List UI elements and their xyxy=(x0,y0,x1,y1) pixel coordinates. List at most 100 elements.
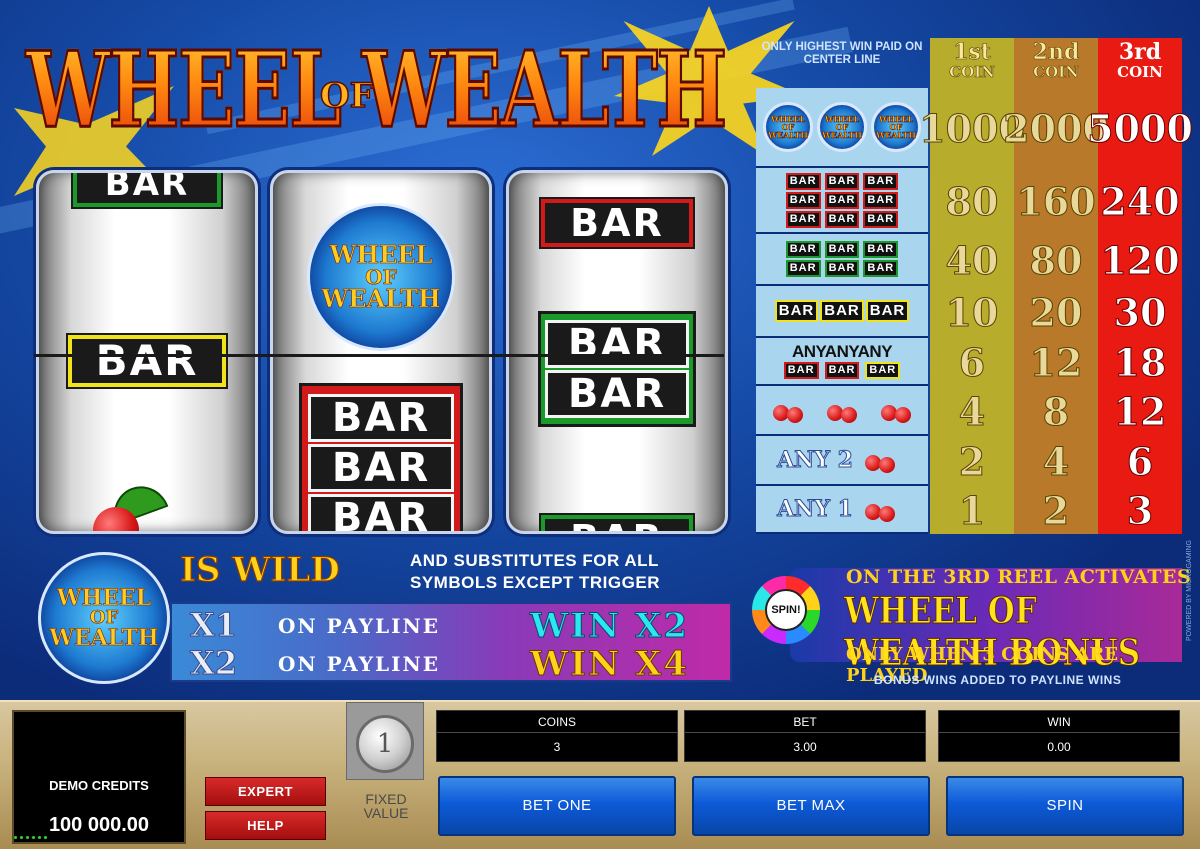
wild-row-x1: X1 ON PAYLINE WIN X2 xyxy=(172,606,734,647)
reel-1-top-symbol: BAR xyxy=(73,173,221,209)
bet-label: BET xyxy=(685,711,925,733)
payout-value: 3 xyxy=(1126,487,1154,533)
mini-bar-icon: BAR xyxy=(824,260,860,277)
win-label: WIN xyxy=(939,711,1179,733)
payout-value: 2000 xyxy=(1003,105,1110,151)
payout-value: 120 xyxy=(1100,237,1180,283)
mini-bar-icon: BAR xyxy=(785,191,821,209)
mini-bar-icon: BAR xyxy=(820,300,864,322)
fixed-value-label-line: FIXED xyxy=(365,791,407,807)
any-2-label: ANY 2 xyxy=(777,447,854,474)
logo-word-wealth: WEALTH xyxy=(361,20,728,160)
payout-value: 160 xyxy=(1016,178,1096,224)
wild-wheel-badge: WHEEL OF WEALTH xyxy=(38,552,170,684)
wheel-of-wealth-mini-icon: WHEEL OF WEALTH xyxy=(817,102,867,152)
mini-bar-icon: BAR xyxy=(783,361,819,379)
mini-bar-icon: BAR xyxy=(863,260,899,277)
payout-value: 6 xyxy=(1126,438,1154,484)
wild-title: IS WILD xyxy=(179,549,340,590)
any-label: ANY xyxy=(857,341,893,361)
wild-multiplier: X2 xyxy=(189,644,238,683)
wild-on-payline: ON PAYLINE xyxy=(278,652,440,676)
spin-button[interactable]: SPIN xyxy=(946,776,1184,836)
reel-1-payline-symbol: BAR xyxy=(68,333,226,389)
payout-value: 1000 xyxy=(919,105,1026,151)
game-logo: WHEEL OF WEALTH xyxy=(14,6,804,196)
bet-max-button[interactable]: BET MAX xyxy=(692,776,930,836)
payout-value: 6 xyxy=(958,339,986,385)
payout-value: 2 xyxy=(1042,487,1070,533)
wild-row-x2: X2 ON PAYLINE WIN X4 xyxy=(172,644,734,685)
badge-text: WHEEL xyxy=(56,585,152,611)
payout-value: 80 xyxy=(945,178,999,224)
wild-multiplier: X1 xyxy=(189,606,238,645)
mini-bar-icon: BAR xyxy=(785,260,821,277)
bonus-line-1: ON THE 3RD REEL ACTIVATES xyxy=(846,566,1192,588)
column-header: 1st COIN xyxy=(930,38,1014,88)
reel-3: BAR BAR BAR BAR xyxy=(506,170,728,534)
payout-value: 10 xyxy=(945,289,999,335)
paytable-note: ONLY HIGHEST WIN PAID ON CENTER LINE xyxy=(761,41,923,66)
powered-by-text: POWERED BY MICROGAMING xyxy=(1186,540,1193,641)
coins-label: COINS xyxy=(437,711,677,733)
wild-win-label: WIN X2 xyxy=(529,606,690,647)
payout-value: 2 xyxy=(958,438,986,484)
wheel-of-wealth-mini-icon: WHEEL OF WEALTH xyxy=(871,102,921,152)
mini-bar-icon: BAR xyxy=(824,191,860,209)
wild-win-label: WIN X4 xyxy=(529,644,690,685)
bar-symbol: BAR xyxy=(308,444,454,492)
credits-value: 100 000.00 xyxy=(48,814,150,836)
bar-symbol: BAR xyxy=(545,370,689,418)
wild-on-payline: ON PAYLINE xyxy=(278,614,440,638)
mini-bar-icon: BAR xyxy=(785,210,821,228)
mini-bar-icon: BAR xyxy=(785,241,821,258)
mini-bar-icon: BAR xyxy=(863,191,899,209)
credits-label: DEMO CREDITS xyxy=(49,778,149,793)
paytable-row-any-bar: ANYANYANY BAR BAR BAR xyxy=(756,338,928,386)
center-payline xyxy=(34,354,724,357)
paytable-row-any-1-cherry: ANY 1 xyxy=(756,486,928,534)
mini-bar-icon: BAR xyxy=(774,300,819,322)
column-header-word: COIN xyxy=(1033,63,1079,82)
mini-bar-icon: BAR xyxy=(824,361,860,379)
any-label: ANY xyxy=(824,341,858,361)
badge-text: WEALTH xyxy=(49,625,159,651)
fixed-value-label: FIXED VALUE xyxy=(346,792,426,820)
wheel-symbol-text: WHEEL xyxy=(329,240,433,269)
paytable: ONLY HIGHEST WIN PAID ON CENTER LINE 1st… xyxy=(754,38,1194,534)
help-button[interactable]: HELP xyxy=(205,811,326,840)
reel-1: BAR BAR xyxy=(36,170,258,534)
column-header-number: 1st xyxy=(953,39,991,65)
payout-value: 12 xyxy=(1029,339,1083,385)
cherry-icon xyxy=(879,395,913,425)
mini-bar-icon: BAR xyxy=(863,210,899,228)
column-header: 3rd COIN xyxy=(1098,38,1182,88)
any-1-label: ANY 1 xyxy=(777,496,854,523)
logo-word-wheel: WHEEL xyxy=(25,20,343,160)
coin-value-button[interactable]: 1 xyxy=(356,715,414,773)
bar-symbol: BAR xyxy=(545,320,689,368)
status-leds xyxy=(14,836,47,839)
bar-symbol: BAR xyxy=(308,494,454,531)
payout-value: 4 xyxy=(958,388,986,434)
bet-one-button[interactable]: BET ONE xyxy=(438,776,676,836)
reel-3-payline-symbol: BAR BAR xyxy=(538,311,696,427)
mini-bar-icon: BAR xyxy=(863,172,899,190)
spin-wheel-label: SPIN! xyxy=(765,589,807,631)
column-header-word: COIN xyxy=(1117,63,1163,81)
paytable-row-single-bar: BAR BAR BAR xyxy=(756,286,928,338)
column-header-word: COIN xyxy=(949,63,995,82)
wild-multiplier-box: X1 ON PAYLINE WIN X2 X2 ON PAYLINE WIN X… xyxy=(170,602,734,685)
reel-3-bottom-symbol: BAR xyxy=(541,513,693,531)
paytable-row-wheel-symbols: WHEEL OF WEALTH WHEEL OF WEALTH WHEEL OF WEALT… xyxy=(756,88,928,168)
mini-bar-icon: BAR xyxy=(865,361,901,379)
bar-symbol: BAR xyxy=(541,199,693,247)
payout-value: 5000 xyxy=(1087,105,1194,151)
payout-value: 20 xyxy=(1029,289,1083,335)
bar-symbol: BAR xyxy=(73,173,221,207)
cherry-icon xyxy=(771,395,805,425)
wheel-of-wealth-symbol: WHEEL OF WEALTH xyxy=(307,203,455,351)
bar-symbol: BAR xyxy=(68,335,226,387)
cherry-icon xyxy=(825,395,859,425)
expert-button[interactable]: EXPERT xyxy=(205,777,326,806)
